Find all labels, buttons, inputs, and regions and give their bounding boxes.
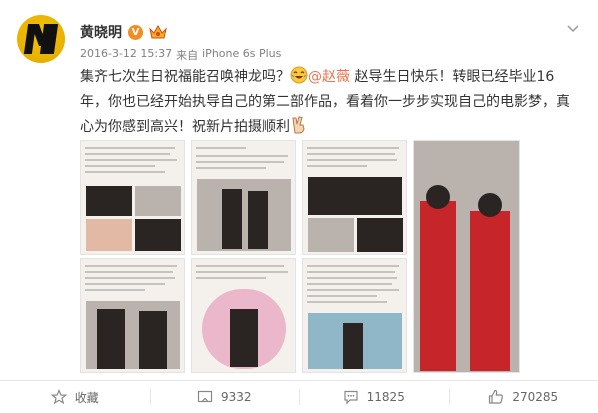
author-row: 黄晓明 V — [80, 22, 167, 42]
post-content: 集齐七次生日祝福能召唤神龙吗？ @赵薇 赵导生日快乐！转眼已经毕业16年，你也已经… — [80, 65, 580, 140]
verified-badge-icon: V — [128, 24, 143, 40]
author-name[interactable]: 黄晓明 — [80, 22, 122, 42]
comment-count: 11825 — [366, 390, 405, 404]
image-tile-4 — [413, 140, 520, 373]
favorite-label: 收藏 — [74, 390, 99, 405]
comment-icon — [344, 390, 358, 405]
repost-icon — [197, 390, 213, 403]
thumbs-up-icon — [489, 389, 504, 404]
repost-button[interactable]: 9332 — [149, 381, 300, 413]
source-device[interactable]: iPhone 6s Plus — [202, 47, 281, 63]
victory-hand-emoji-icon — [290, 116, 308, 134]
mention-link[interactable]: @赵薇 — [308, 69, 350, 85]
post-timestamp[interactable]: 2016-3-12 15:37 — [80, 47, 172, 63]
image-tile-6 — [191, 258, 296, 373]
image-tile-1 — [80, 140, 185, 255]
crown-icon — [149, 25, 167, 39]
star-icon — [50, 389, 67, 405]
image-tile-2 — [191, 140, 296, 255]
chevron-down-icon[interactable] — [566, 20, 580, 34]
favorite-button[interactable]: 收藏 — [0, 381, 150, 413]
author-avatar[interactable] — [17, 15, 65, 63]
action-bar: 收藏 9332 11825 270285 — [0, 381, 598, 413]
image-tile-7 — [302, 258, 407, 373]
laughing-emoji-icon — [290, 66, 308, 84]
comment-button[interactable]: 11825 — [299, 381, 449, 413]
image-tile-3 — [302, 140, 407, 255]
image-tile-5 — [80, 258, 185, 373]
media-image[interactable] — [80, 140, 520, 373]
source-prefix: 来自 — [176, 49, 199, 62]
weibo-post: 黄晓明 V 2016-3-12 15:37 来自 iPhone 6s Plus … — [0, 0, 598, 413]
post-meta: 2016-3-12 15:37 来自 iPhone 6s Plus — [80, 47, 281, 63]
repost-count: 9332 — [220, 390, 252, 404]
content-text-1: 集齐七次生日祝福能召唤神龙吗？ — [80, 69, 290, 85]
like-count: 270285 — [512, 390, 559, 404]
like-button[interactable]: 270285 — [448, 381, 598, 413]
